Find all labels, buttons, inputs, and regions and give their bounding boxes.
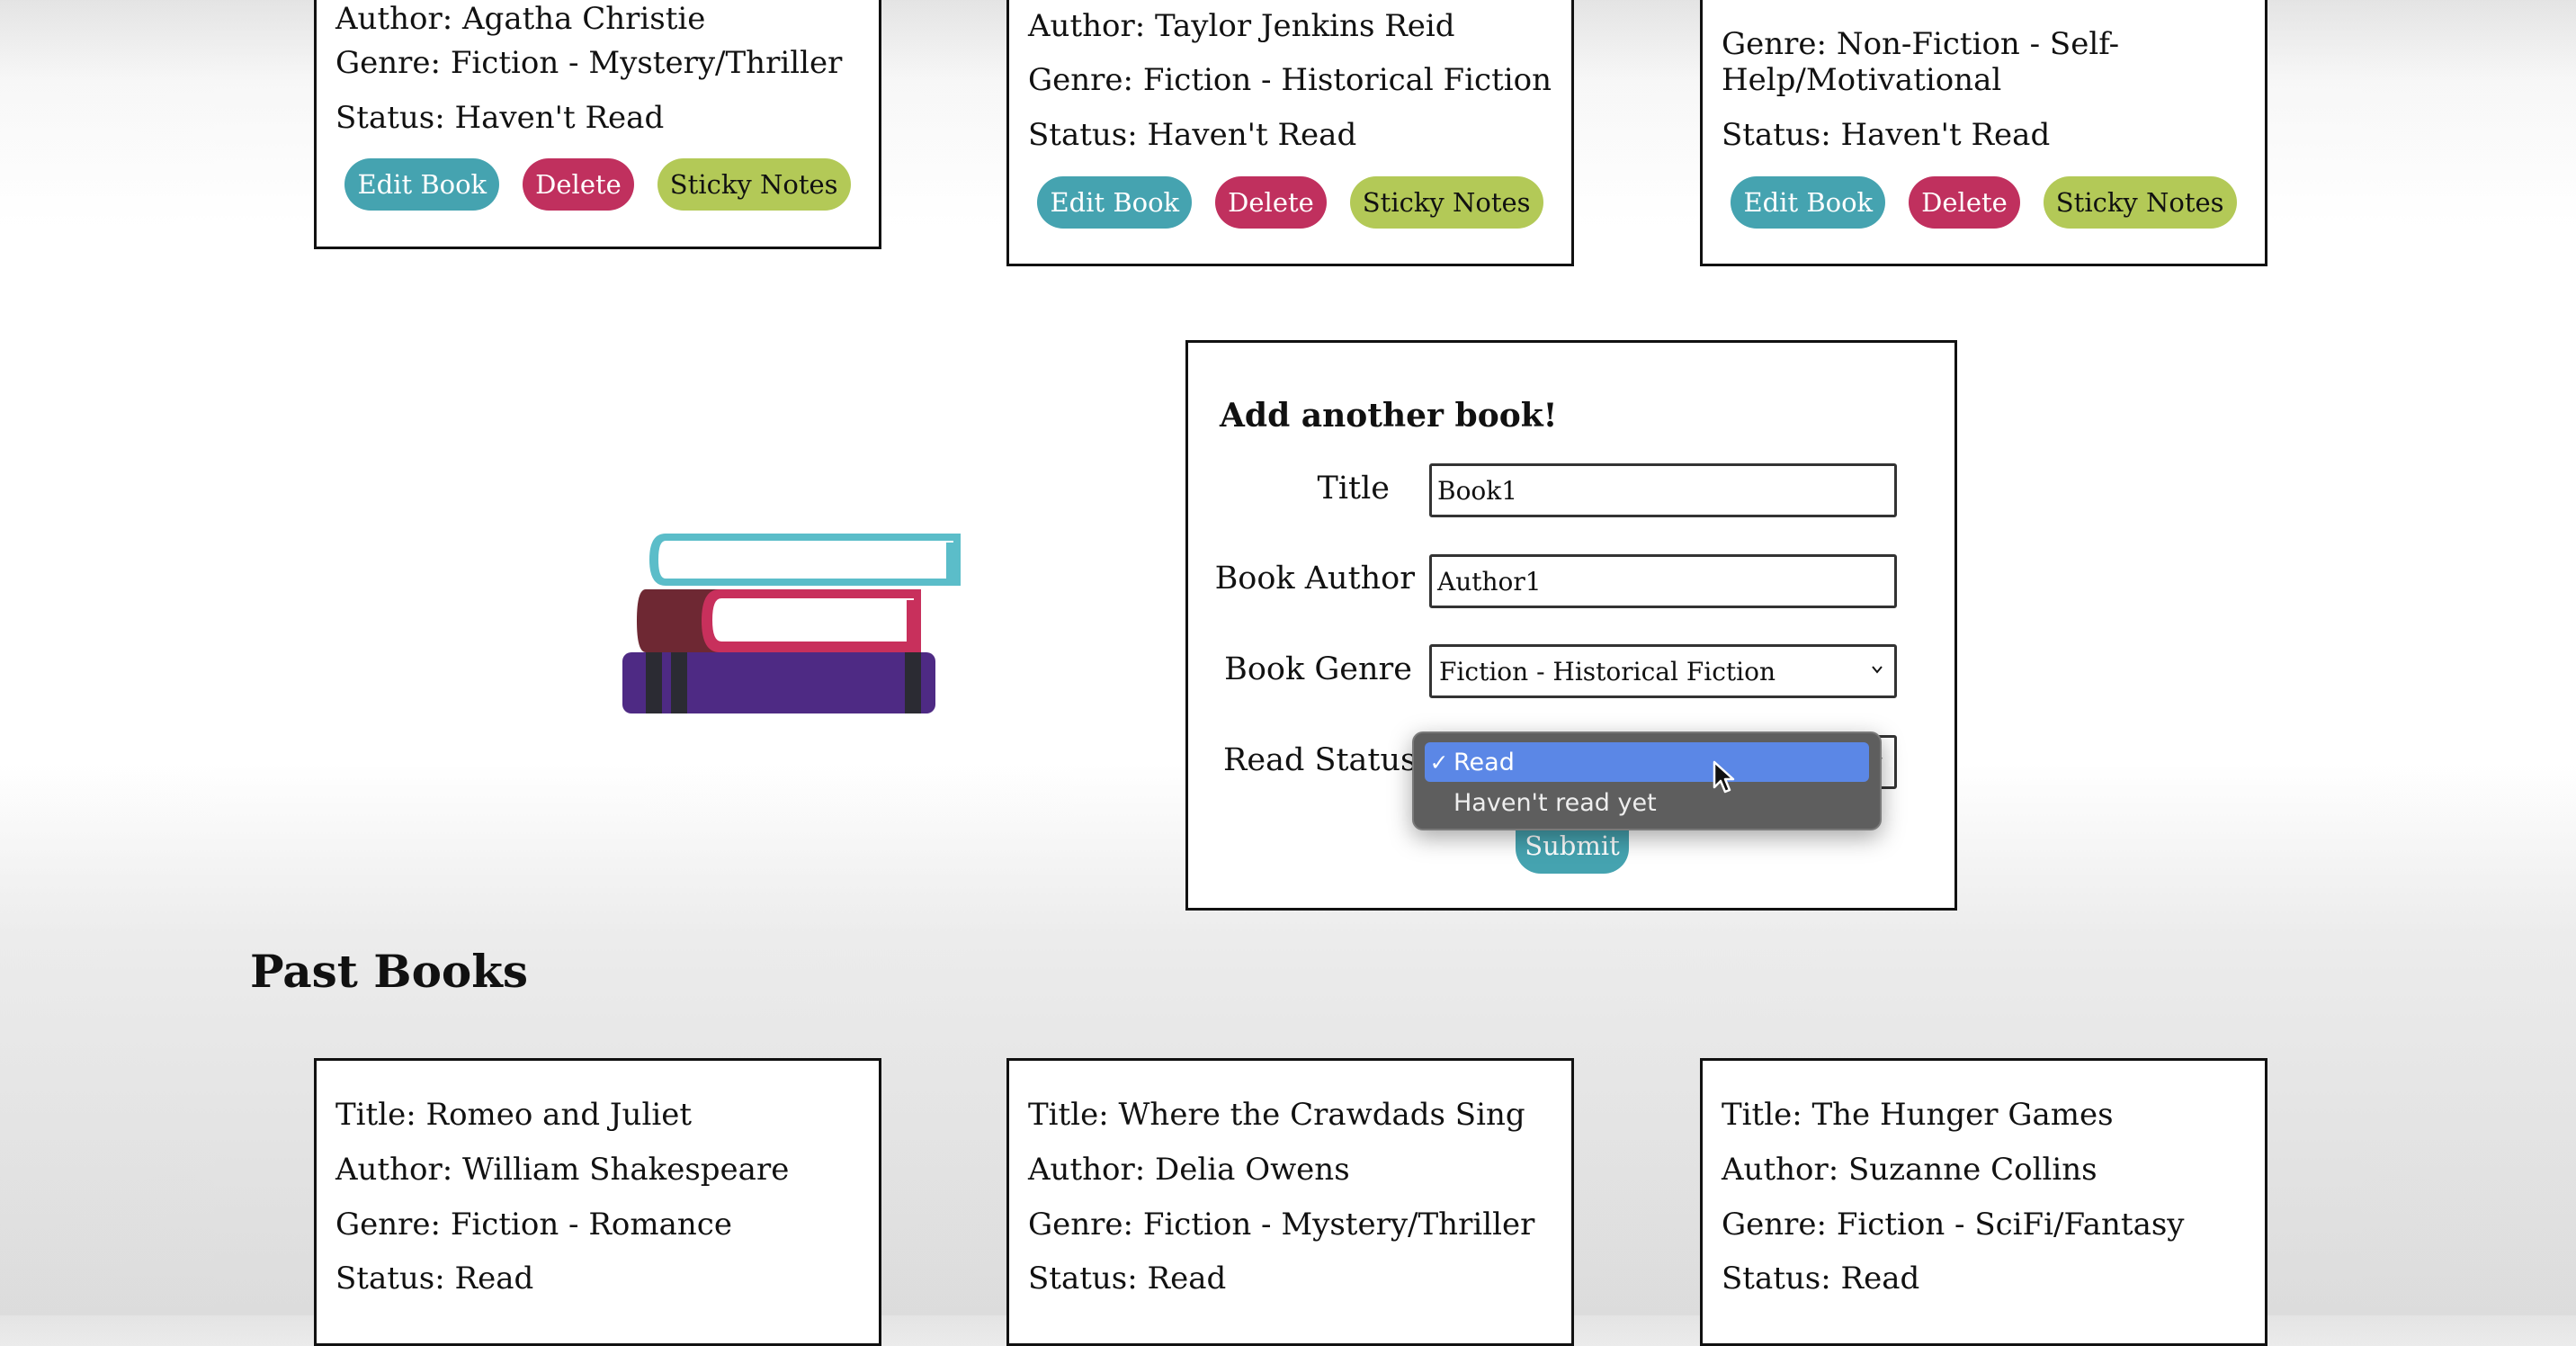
genre-select-value: Fiction - Historical Fiction [1439, 656, 1776, 686]
book-status: Status: Read [1722, 1261, 1920, 1297]
book-card: Author: Taylor Jenkins Reid Genre: Ficti… [1006, 0, 1574, 266]
book-genre: Genre: Fiction - Mystery/Thriller [335, 45, 843, 81]
book-status: Status: Haven't Read [335, 100, 665, 136]
genre-select[interactable]: Fiction - Historical Fiction [1429, 644, 1897, 698]
author-input[interactable]: Author1 [1429, 554, 1897, 608]
sticky-notes-button[interactable]: Sticky Notes [657, 158, 851, 211]
chevron-down-icon [1872, 666, 1883, 674]
stacked-books-icon [622, 534, 961, 713]
delete-button[interactable]: Delete [1215, 176, 1327, 229]
book-status: Status: Read [335, 1261, 534, 1297]
book-card: Title: The Hunger Games Author: Suzanne … [1700, 1058, 2267, 1346]
book-status: Status: Haven't Read [1722, 117, 2051, 153]
book-card: Title: Romeo and Juliet Author: William … [314, 1058, 881, 1346]
edit-book-button[interactable]: Edit Book [1731, 176, 1886, 229]
edit-book-button[interactable]: Edit Book [1037, 176, 1193, 229]
form-title: Add another book! [1220, 397, 1558, 435]
past-books-heading: Past Books [250, 945, 529, 998]
delete-button[interactable]: Delete [1909, 176, 2020, 229]
genre-label: Book Genre [1224, 651, 1412, 687]
book-author: Author: Taylor Jenkins Reid [1028, 8, 1455, 44]
book-genre: Genre: Fiction - Romance [335, 1207, 732, 1243]
book-author: Author: Delia Owens [1028, 1152, 1350, 1188]
sticky-notes-button[interactable]: Sticky Notes [2043, 176, 2237, 229]
book-genre: Genre: Fiction - Historical Fiction [1028, 62, 1552, 98]
book-card: Author: Agatha Christie Genre: Fiction -… [314, 0, 881, 249]
book-genre: Genre: Fiction - Mystery/Thriller [1028, 1207, 1535, 1243]
book-author: Author: William Shakespeare [335, 1152, 790, 1188]
title-label: Title [1317, 471, 1390, 507]
delete-button[interactable]: Delete [523, 158, 634, 211]
option-label: Haven't read yet [1453, 788, 1657, 817]
option-label: Read [1453, 748, 1515, 776]
edit-book-button[interactable]: Edit Book [344, 158, 500, 211]
check-icon: ✓ [1429, 749, 1449, 776]
book-status: Status: Read [1028, 1261, 1227, 1297]
cursor-icon [1713, 760, 1735, 794]
book-card: Title: Where the Crawdads Sing Author: D… [1006, 1058, 1574, 1346]
book-card: Genre: Non-Fiction - Self- Help/Motivati… [1700, 0, 2267, 266]
option-havent-read-yet[interactable]: Haven't read yet [1425, 783, 1869, 822]
book-status: Status: Haven't Read [1028, 117, 1357, 153]
submit-button[interactable]: Submit [1516, 823, 1629, 874]
book-genre-continued: Help/Motivational [1722, 62, 2002, 98]
read-status-dropdown: ✓ Read Haven't read yet [1412, 731, 1882, 830]
option-read[interactable]: ✓ Read [1425, 742, 1869, 782]
book-author: Author: Suzanne Collins [1722, 1152, 2097, 1188]
book-title: Title: Romeo and Juliet [335, 1097, 692, 1133]
book-title: Title: Where the Crawdads Sing [1028, 1097, 1525, 1133]
book-title: Title: The Hunger Games [1722, 1097, 2114, 1133]
sticky-notes-button[interactable]: Sticky Notes [1349, 176, 1543, 229]
book-genre: Genre: Fiction - SciFi/Fantasy [1722, 1207, 2185, 1243]
author-label: Book Author [1214, 561, 1415, 597]
book-author: Author: Agatha Christie [335, 1, 706, 37]
book-genre: Genre: Non-Fiction - Self- [1722, 26, 2120, 62]
title-input[interactable]: Book1 [1429, 463, 1897, 517]
read-status-label: Read Status [1223, 742, 1417, 778]
